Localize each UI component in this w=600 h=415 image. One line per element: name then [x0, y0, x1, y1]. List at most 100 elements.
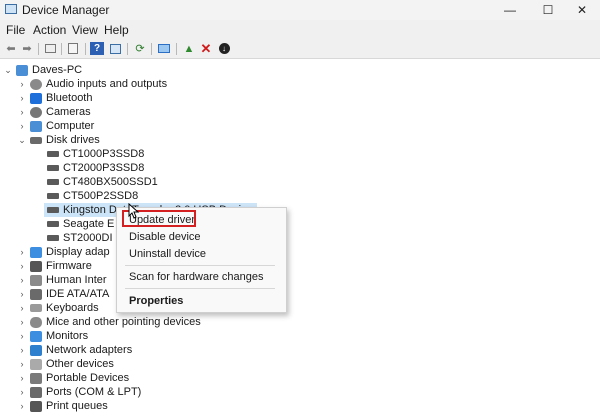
view-icon[interactable]: [108, 42, 122, 55]
menu-properties[interactable]: Properties: [129, 295, 183, 307]
tree-item-firmware[interactable]: › Firmware: [17, 259, 92, 273]
update-driver-icon[interactable]: ▲: [182, 42, 196, 55]
tree-item-computer[interactable]: › Computer: [17, 119, 95, 133]
help-icon[interactable]: ?: [90, 42, 104, 55]
expand-chevron-icon[interactable]: ›: [17, 303, 27, 313]
expand-chevron-icon[interactable]: ›: [17, 331, 27, 341]
expand-chevron-icon[interactable]: ›: [17, 387, 27, 397]
tree-item-bluetooth[interactable]: › Bluetooth: [17, 91, 93, 105]
tree-item-disk-drives[interactable]: ⌄ Disk drives: [17, 133, 100, 147]
disable-device-icon[interactable]: ↓: [217, 42, 231, 55]
title-bar: Device Manager — ☐ ✕: [0, 0, 600, 20]
menu-action[interactable]: Action: [33, 23, 66, 37]
forward-arrow-icon[interactable]: ➡: [20, 42, 34, 55]
disk-drive-icon: [47, 165, 59, 171]
expand-chevron-icon[interactable]: ›: [17, 107, 27, 117]
mouse-icon: [30, 316, 42, 328]
menu-view[interactable]: View: [72, 23, 98, 37]
back-arrow-icon[interactable]: ⬅: [4, 42, 18, 55]
tree-item-label: Other devices: [46, 358, 114, 370]
portable-device-icon: [30, 372, 42, 384]
tree-item-label: Disk drives: [46, 134, 100, 146]
expand-chevron-icon[interactable]: ›: [17, 359, 27, 369]
toolbar-separator: [61, 43, 62, 55]
computer-icon: [16, 64, 28, 76]
printer-icon: [30, 400, 42, 412]
disk-drive-icon: [30, 136, 42, 144]
toolbar-separator: [151, 43, 152, 55]
expand-chevron-icon[interactable]: ›: [17, 317, 27, 327]
tree-item-other[interactable]: › Other devices: [17, 357, 114, 371]
tree-item-network[interactable]: › Network adapters: [17, 343, 133, 357]
tree-item-hid[interactable]: › Human Inter: [17, 273, 107, 287]
tree-item-display[interactable]: › Display adap: [17, 245, 110, 259]
show-hide-tree-icon[interactable]: [43, 42, 57, 55]
expand-chevron-icon[interactable]: ›: [17, 93, 27, 103]
expand-chevron-icon[interactable]: ›: [17, 275, 27, 285]
menu-scan-hardware[interactable]: Scan for hardware changes: [129, 271, 264, 283]
tree-item-label: Ports (COM & LPT): [46, 386, 142, 398]
tree-item-mice[interactable]: › Mice and other pointing devices: [17, 315, 201, 329]
maximize-button[interactable]: ☐: [530, 0, 566, 20]
keyboard-icon: [30, 304, 42, 312]
disk-item[interactable]: CT2000P3SSD8: [44, 161, 144, 175]
disk-drive-icon: [47, 207, 59, 213]
expand-chevron-icon[interactable]: ›: [17, 401, 27, 411]
close-button[interactable]: ✕: [564, 0, 600, 20]
tree-item-label: Mice and other pointing devices: [46, 316, 201, 328]
monitor-icon: [30, 330, 42, 342]
expand-chevron-icon[interactable]: ›: [17, 289, 27, 299]
computer-icon: [30, 120, 42, 132]
scan-hardware-icon[interactable]: ⟳: [133, 42, 147, 55]
tree-root[interactable]: ⌄ Daves-PC: [3, 63, 82, 77]
menu-help[interactable]: Help: [104, 23, 129, 37]
uninstall-x-icon[interactable]: ✕: [199, 41, 213, 56]
menu-uninstall-device[interactable]: Uninstall device: [129, 248, 206, 260]
disk-drive-icon: [47, 179, 59, 185]
expand-chevron-icon[interactable]: ›: [17, 345, 27, 355]
disk-item[interactable]: CT1000P3SSD8: [44, 147, 144, 161]
collapse-chevron-icon[interactable]: ⌄: [17, 135, 27, 146]
menu-file[interactable]: File: [6, 23, 25, 37]
disk-label: Seagate E: [63, 218, 115, 230]
tree-item-cameras[interactable]: › Cameras: [17, 105, 91, 119]
network-adapter-icon: [30, 344, 42, 356]
collapse-chevron-icon[interactable]: ⌄: [3, 65, 13, 76]
disk-label: ST2000DI: [63, 232, 113, 244]
tree-item-keyboards[interactable]: › Keyboards: [17, 301, 99, 315]
disk-item[interactable]: ST2000DI: [44, 231, 113, 245]
tree-item-label: Network adapters: [46, 344, 133, 356]
toolbar-separator: [38, 43, 39, 55]
tree-item-label: Firmware: [46, 260, 92, 272]
tree-item-print[interactable]: › Print queues: [17, 399, 108, 413]
tree-item-label: Audio inputs and outputs: [46, 78, 168, 90]
toolbar-separator: [176, 43, 177, 55]
expand-chevron-icon[interactable]: ›: [17, 373, 27, 383]
tree-item-ide[interactable]: › IDE ATA/ATA: [17, 287, 110, 301]
disk-label: CT480BX500SSD1: [63, 176, 158, 188]
disk-item[interactable]: CT480BX500SSD1: [44, 175, 158, 189]
disk-item[interactable]: Seagate E: [44, 217, 114, 231]
expand-chevron-icon[interactable]: ›: [17, 79, 27, 89]
expand-chevron-icon[interactable]: ›: [17, 247, 27, 257]
tree-item-ports[interactable]: › Ports (COM & LPT): [17, 385, 142, 399]
disk-item[interactable]: CT500P2SSD8: [44, 189, 138, 203]
properties-icon[interactable]: [66, 42, 80, 55]
hid-icon: [30, 274, 42, 286]
tree-item-label: Human Inter: [46, 274, 107, 286]
disk-drive-icon: [47, 221, 59, 227]
device-tree: ⌄ Daves-PC › Audio inputs and outputs › …: [0, 59, 600, 415]
expand-chevron-icon[interactable]: ›: [17, 261, 27, 271]
tree-item-label: Monitors: [46, 330, 89, 342]
menu-bar: File Action View Help: [0, 20, 600, 40]
menu-separator: [125, 288, 275, 289]
expand-chevron-icon[interactable]: ›: [17, 121, 27, 131]
tree-item-portable[interactable]: › Portable Devices: [17, 371, 130, 385]
minimize-button[interactable]: —: [492, 0, 528, 20]
monitor-icon: [30, 246, 42, 258]
device-manager-icon: [5, 4, 17, 14]
menu-disable-device[interactable]: Disable device: [129, 231, 201, 243]
tree-item-audio[interactable]: › Audio inputs and outputs: [17, 77, 168, 91]
tree-item-monitors[interactable]: › Monitors: [17, 329, 89, 343]
monitor-icon[interactable]: [157, 42, 171, 55]
